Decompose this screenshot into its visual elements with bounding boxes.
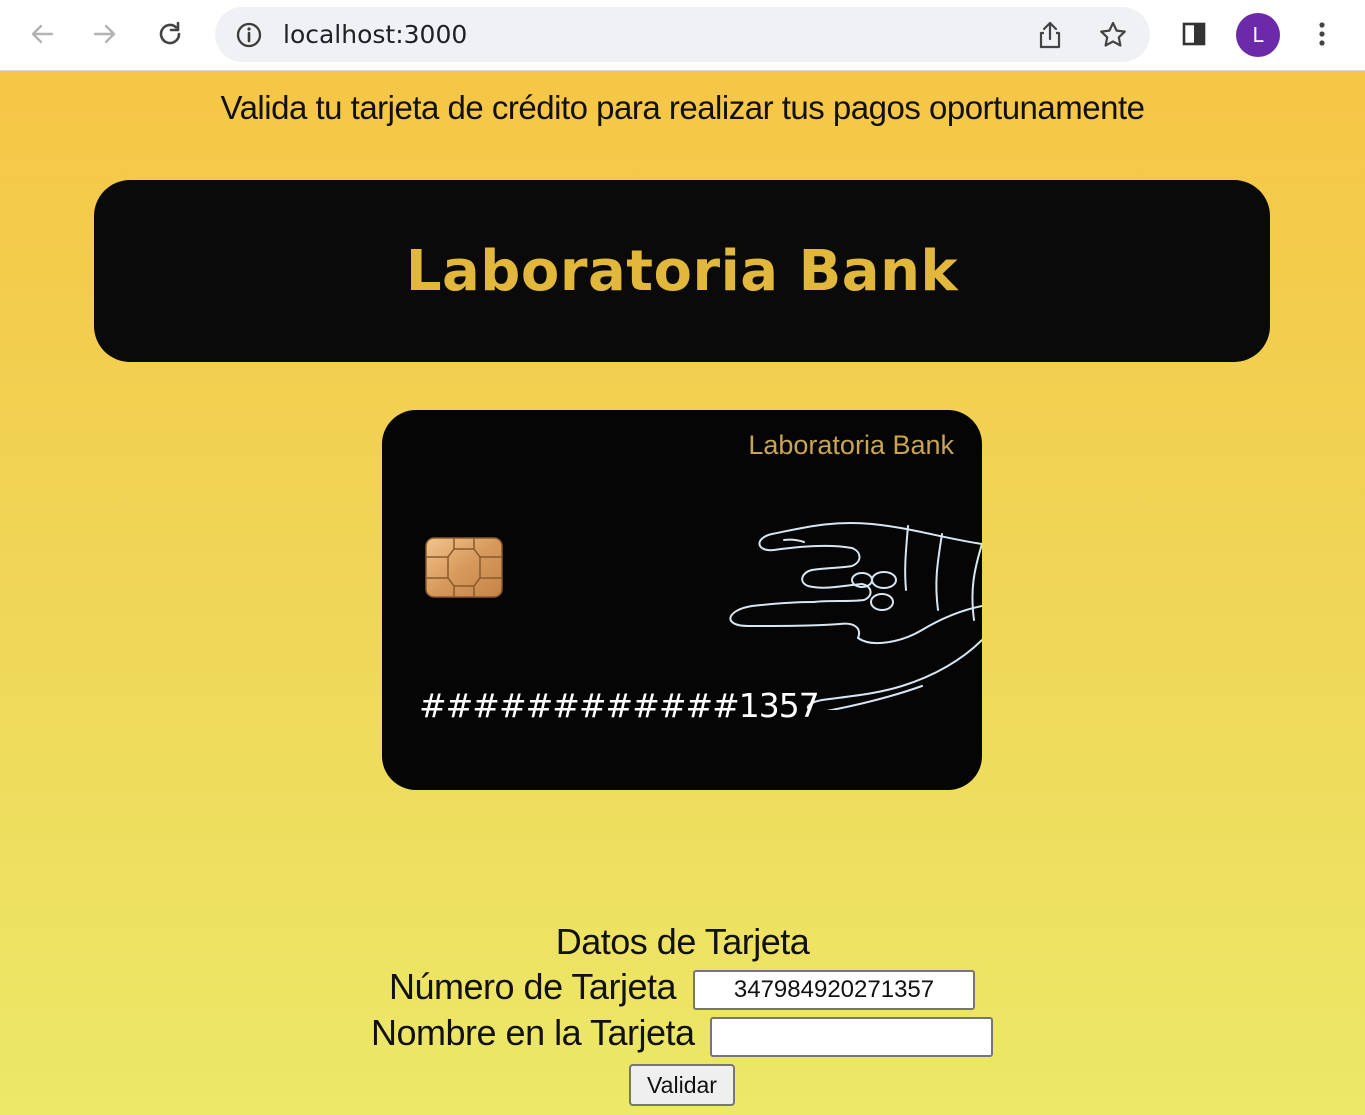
arrow-right-icon xyxy=(93,24,116,44)
chip-icon xyxy=(425,537,503,598)
share-icon[interactable] xyxy=(1035,20,1065,50)
profile-avatar[interactable]: L xyxy=(1236,13,1280,57)
kebab-menu-icon[interactable] xyxy=(1304,16,1340,52)
address-bar[interactable]: localhost:3000 xyxy=(215,7,1150,62)
card-masked-number: ############1357 xyxy=(419,686,820,725)
page-body: Valida tu tarjeta de crédito para realiz… xyxy=(0,71,1365,1115)
page-tagline: Valida tu tarjeta de crédito para realiz… xyxy=(220,89,1145,126)
back-button[interactable] xyxy=(24,16,60,52)
forward-button[interactable] xyxy=(87,16,123,52)
bank-header: Laboratoria Bank xyxy=(94,180,1270,362)
hand-rock-icon xyxy=(729,521,982,710)
reload-button[interactable] xyxy=(152,16,188,52)
card-name-input[interactable] xyxy=(710,1017,993,1057)
bank-title: Laboratoria Bank xyxy=(405,238,959,304)
url-text[interactable]: localhost:3000 xyxy=(283,21,467,49)
card-number-input[interactable] xyxy=(693,970,975,1010)
bookmark-star-icon[interactable] xyxy=(1098,20,1128,50)
card-number-label: Número de Tarjeta xyxy=(389,966,677,1007)
card-bank-name: Laboratoria Bank xyxy=(748,430,954,460)
info-icon[interactable] xyxy=(235,21,263,49)
validate-button[interactable]: Validar xyxy=(629,1064,735,1106)
reload-icon xyxy=(159,21,181,45)
arrow-left-icon xyxy=(31,24,54,44)
browser-toolbar: localhost:3000 L xyxy=(0,0,1365,71)
side-panel-icon[interactable] xyxy=(1176,16,1212,52)
form-title: Datos de Tarjeta xyxy=(555,921,810,962)
credit-card-preview: Laboratoria Bank ############1357 xyxy=(382,410,982,790)
card-name-label: Nombre en la Tarjeta xyxy=(371,1012,695,1053)
